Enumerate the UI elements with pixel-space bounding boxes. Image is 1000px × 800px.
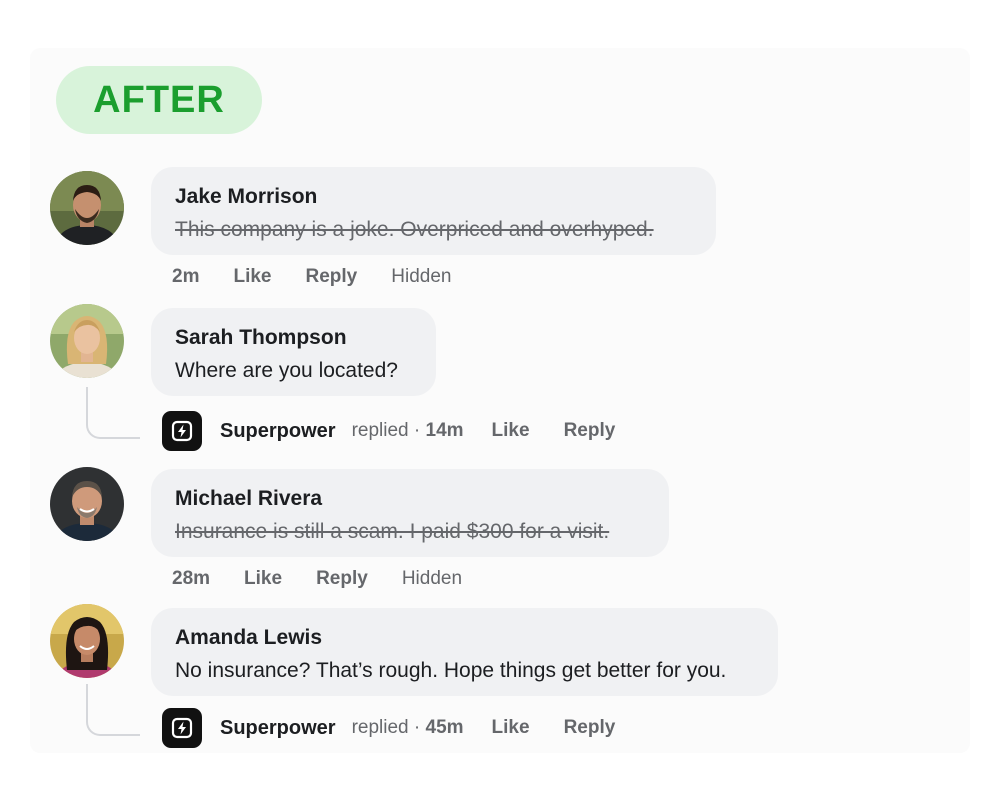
reply-connector-line bbox=[86, 684, 140, 736]
avatar-sarah-thompson[interactable] bbox=[50, 304, 124, 378]
comment-bubble: Sarah Thompson Where are you located? bbox=[151, 308, 436, 396]
reply-verb: replied · bbox=[351, 717, 421, 738]
reply-connector-line bbox=[86, 387, 140, 439]
like-button[interactable]: Like bbox=[492, 420, 530, 442]
comment-text-hidden: Insurance is still a scam. I paid $300 f… bbox=[175, 520, 610, 543]
reply-button[interactable]: Reply bbox=[564, 420, 616, 442]
like-button[interactable]: Like bbox=[244, 568, 282, 590]
after-badge-label: AFTER bbox=[93, 78, 225, 121]
after-badge: AFTER bbox=[56, 66, 262, 134]
hidden-status: Hidden bbox=[401, 568, 463, 589]
comment-text: No insurance? That’s rough. Hope things … bbox=[175, 659, 727, 682]
comment-author[interactable]: Michael Rivera bbox=[175, 487, 645, 511]
comment-text-hidden: This company is a joke. Overpriced and o… bbox=[175, 218, 654, 241]
comment-actions: 2m Like Reply Hidden bbox=[172, 266, 451, 288]
comment-author[interactable]: Sarah Thompson bbox=[175, 326, 412, 350]
comment-bubble: Amanda Lewis No insurance? That’s rough.… bbox=[151, 608, 778, 696]
reply-author[interactable]: Superpower bbox=[220, 420, 336, 443]
reply-verb: replied · bbox=[351, 420, 421, 441]
comment-author[interactable]: Jake Morrison bbox=[175, 185, 692, 209]
avatar-michael-rivera[interactable] bbox=[50, 467, 124, 541]
reply-button[interactable]: Reply bbox=[316, 568, 368, 590]
comment-text: Where are you located? bbox=[175, 359, 398, 382]
avatar-jake-morrison[interactable] bbox=[50, 171, 124, 245]
reply-meta: replied · 14m bbox=[352, 420, 464, 442]
lightning-bolt-icon bbox=[162, 708, 202, 748]
comment-bubble: Jake Morrison This company is a joke. Ov… bbox=[151, 167, 716, 255]
reply-meta: replied · 45m bbox=[352, 717, 464, 739]
reply-summary[interactable]: Superpower replied · 45m Like Reply bbox=[162, 708, 649, 748]
reply-button[interactable]: Reply bbox=[564, 717, 616, 739]
comment-author[interactable]: Amanda Lewis bbox=[175, 626, 754, 650]
hidden-status: Hidden bbox=[391, 266, 452, 287]
comment-bubble: Michael Rivera Insurance is still a scam… bbox=[151, 469, 669, 557]
reply-time: 14m bbox=[425, 420, 464, 441]
comment-time: 28m bbox=[172, 568, 211, 589]
lightning-bolt-icon bbox=[162, 411, 202, 451]
like-button[interactable]: Like bbox=[233, 266, 271, 288]
reply-button[interactable]: Reply bbox=[306, 266, 358, 288]
avatar-amanda-lewis[interactable] bbox=[50, 604, 124, 678]
comment-actions: 28m Like Reply Hidden bbox=[172, 568, 462, 590]
reply-time: 45m bbox=[425, 717, 464, 738]
like-button[interactable]: Like bbox=[492, 717, 530, 739]
comment-time: 2m bbox=[172, 266, 200, 287]
reply-summary[interactable]: Superpower replied · 14m Like Reply bbox=[162, 411, 649, 451]
reply-author[interactable]: Superpower bbox=[220, 717, 336, 740]
